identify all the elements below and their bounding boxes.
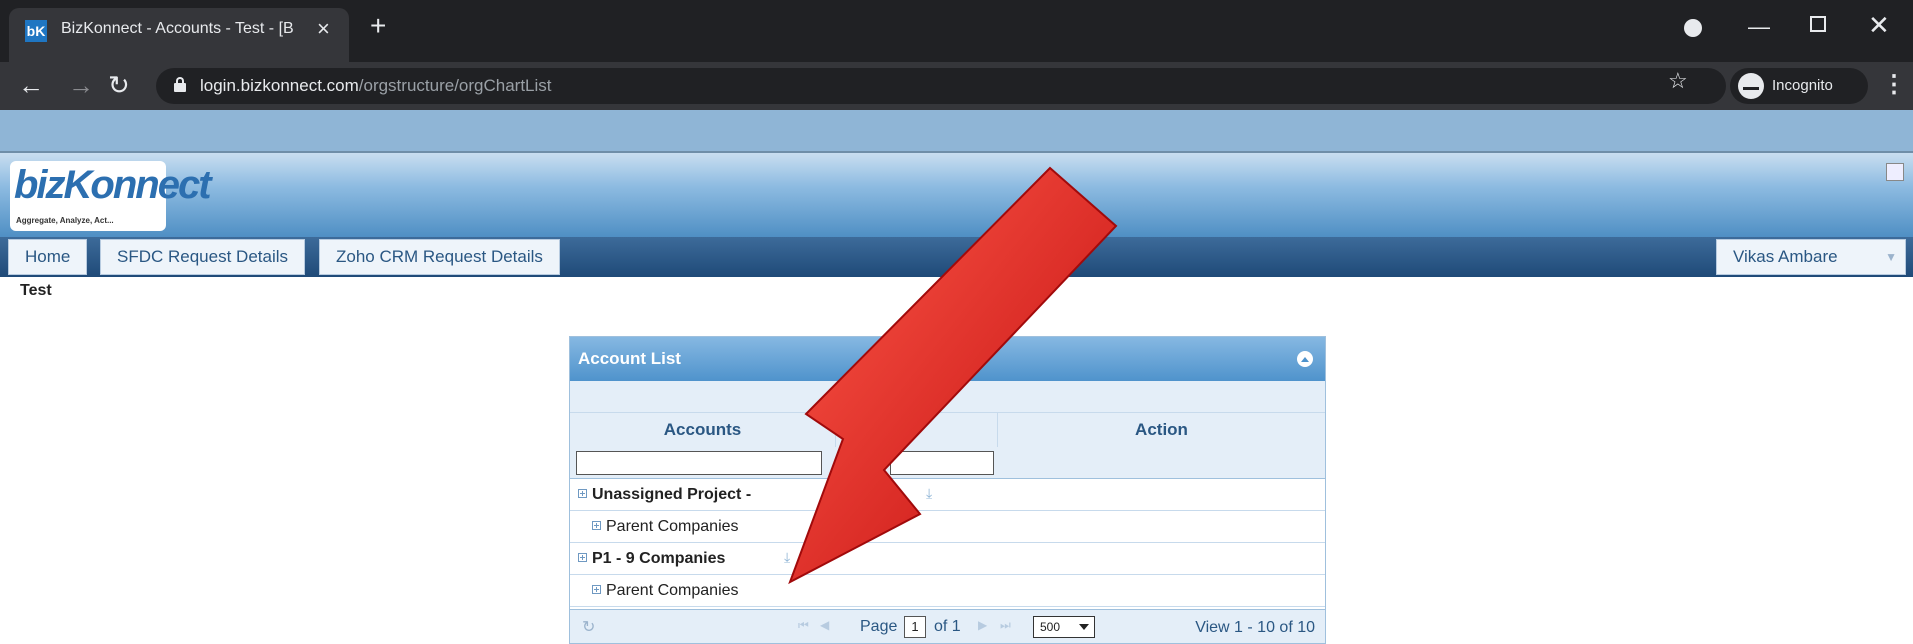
restore-icon[interactable] [1810, 16, 1826, 32]
incognito-badge[interactable]: Incognito [1730, 68, 1868, 104]
menu-sfdc-request-details[interactable]: SFDC Request Details [100, 239, 306, 275]
download-icon[interactable]: ⤓ [784, 549, 790, 566]
row-label: Parent Companies [606, 518, 739, 535]
browser-menu-icon[interactable]: ⋮ [1882, 70, 1906, 99]
bizkonnect-favicon-icon: bK [25, 20, 47, 42]
reload-icon[interactable]: ↻ [108, 70, 130, 101]
main-menu: Home SFDC Request Details Zoho CRM Reque… [0, 237, 1913, 277]
window-close-icon[interactable]: ✕ [1868, 10, 1890, 41]
panel-toolbar [570, 381, 1325, 413]
accounts-filter-input[interactable] [576, 451, 822, 475]
browser-tab[interactable]: bK BizKonnect - Accounts - Test - [B × [9, 8, 349, 62]
url-path: /orgstructure/orgChartList [358, 76, 552, 95]
expand-icon[interactable] [592, 585, 601, 594]
record-count: View 1 - 10 of 10 [1195, 619, 1315, 636]
logo-text: bizKonnect [14, 163, 212, 207]
table-row[interactable]: Unassigned Project - ⤓ [570, 479, 1325, 511]
chevron-down-icon: ▼ [1885, 250, 1897, 264]
rows-per-page-value: 500 [1040, 620, 1061, 634]
filter-row [570, 447, 1325, 479]
last-page-icon[interactable]: ⏭ [1000, 618, 1011, 633]
user-name: Vikas Ambare [1733, 247, 1838, 266]
account-list-panel: Account List Accounts Action Unassigned … [569, 336, 1326, 644]
tab-title: BizKonnect - Accounts - Test - [B [61, 20, 294, 37]
broken-image-icon [1886, 163, 1904, 181]
panel-header: Account List [570, 337, 1325, 381]
pager: ↻ ⏮ ◀ Page 1 of 1 ▶ ⏭ 500 View 1 - 10 of… [570, 609, 1325, 643]
back-arrow-icon[interactable]: ← [18, 70, 44, 101]
tab-close-icon[interactable]: × [317, 16, 330, 42]
profile-dot-icon[interactable] [1684, 19, 1702, 37]
collapse-icon[interactable] [1297, 351, 1313, 367]
row-label: Unassigned Project - [592, 486, 752, 503]
expand-icon[interactable] [592, 521, 601, 530]
minimize-icon[interactable]: — [1748, 14, 1770, 40]
row-label: P1 - 9 Companies [592, 550, 726, 567]
table-row[interactable]: Parent Companies [570, 511, 1325, 543]
menu-zoho-crm-request-details[interactable]: Zoho CRM Request Details [319, 239, 560, 275]
bookmark-star-icon[interactable]: ☆ [1668, 68, 1688, 94]
download-icon[interactable]: ⤓ [926, 485, 932, 502]
incognito-icon [1738, 73, 1764, 99]
column-header-accounts[interactable]: Accounts [570, 413, 836, 447]
bizkonnect-logo[interactable]: bizKonnect Aggregate, Analyze, Act... [10, 161, 212, 231]
row-label: Parent Companies [606, 582, 739, 599]
second-filter-input[interactable] [890, 451, 994, 475]
user-menu[interactable]: Vikas Ambare ▼ [1716, 239, 1906, 275]
forward-arrow-icon[interactable]: → [68, 70, 94, 101]
first-page-icon[interactable]: ⏮ [798, 618, 809, 633]
expand-icon[interactable] [578, 489, 587, 498]
page-of-label: of 1 [934, 618, 961, 635]
browser-titlebar: bK BizKonnect - Accounts - Test - [B × +… [0, 0, 1913, 62]
table-row[interactable]: Parent Companies [570, 575, 1325, 607]
top-stripe [0, 110, 1913, 153]
refresh-icon[interactable]: ↻ [582, 617, 595, 637]
rows-per-page-select[interactable]: 500 [1033, 616, 1095, 638]
menu-home[interactable]: Home [8, 239, 88, 275]
url-host: login.bizkonnect.com [200, 76, 359, 95]
lock-icon[interactable] [174, 77, 186, 92]
panel-title: Account List [578, 349, 681, 368]
chevron-down-icon [1079, 624, 1089, 630]
new-tab-icon[interactable]: + [370, 12, 386, 40]
page-number-input[interactable]: 1 [904, 616, 926, 638]
url-text: login.bizkonnect.com/orgstructure/orgCha… [200, 76, 552, 96]
browser-toolbar: ← → ↻ login.bizkonnect.com/orgstructure/… [0, 62, 1913, 110]
table-row[interactable]: P1 - 9 Companies ⤓ [570, 543, 1325, 575]
column-header-action[interactable]: Action [998, 413, 1325, 447]
logo-tagline: Aggregate, Analyze, Act... [16, 216, 114, 225]
column-header-blank[interactable] [836, 413, 998, 447]
prev-page-icon[interactable]: ◀ [820, 618, 829, 632]
address-bar[interactable]: login.bizkonnect.com/orgstructure/orgCha… [156, 68, 1726, 104]
page-title: Test [20, 282, 52, 299]
incognito-label: Incognito [1772, 77, 1833, 94]
app-header: bizKonnect Aggregate, Analyze, Act... [0, 153, 1913, 237]
next-page-icon[interactable]: ▶ [978, 618, 987, 632]
page-label: Page [860, 618, 898, 635]
expand-icon[interactable] [578, 553, 587, 562]
